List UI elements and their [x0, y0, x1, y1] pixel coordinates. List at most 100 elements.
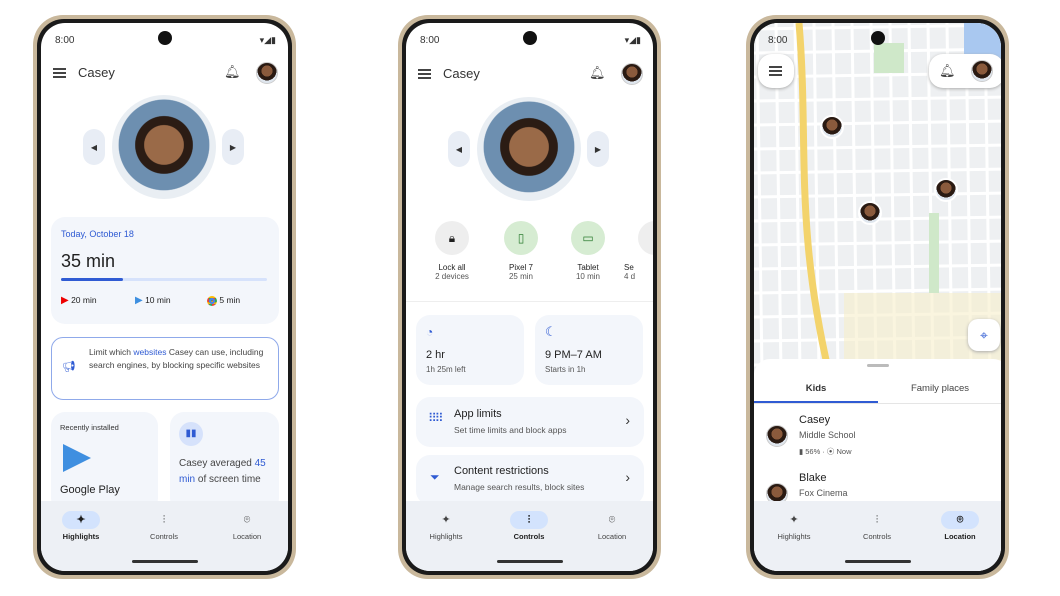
next-child-button[interactable]: ▶: [587, 131, 609, 167]
websites-link[interactable]: websites: [133, 347, 166, 357]
nav-label: Location: [232, 532, 262, 541]
nav-location[interactable]: ⌾ Location: [577, 511, 647, 541]
bell-icon[interactable]: 🔔︎: [939, 63, 956, 79]
avatar[interactable]: [621, 63, 643, 85]
prev-child-button[interactable]: ◀: [448, 131, 470, 167]
screen-time-bar: [61, 278, 267, 281]
phone-location: 8:00 🔔︎ ⌖ Kids Family places Casey Middl…: [746, 15, 1009, 579]
row-title: App limits: [454, 408, 502, 420]
page-title: Casey: [78, 65, 115, 80]
device-tablet[interactable]: ▭ Tablet 10 min: [557, 221, 619, 281]
tab-kids[interactable]: Kids: [754, 383, 878, 394]
sheet-handle[interactable]: [867, 364, 889, 367]
content-restrictions-row[interactable]: ⏷ Content restrictions Manage search res…: [416, 455, 644, 505]
website-limit-banner[interactable]: 📢︎ Limit which websites Casey can use, i…: [51, 337, 279, 400]
gesture-handle: [844, 560, 911, 563]
status-icons: ▾◢▮: [259, 35, 276, 45]
nav-controls[interactable]: ⫶ Controls: [129, 511, 199, 541]
row-sub: Manage search results, block sites: [454, 482, 585, 492]
kid-place: Middle School: [799, 430, 856, 440]
map-marker[interactable]: [934, 178, 958, 202]
status-time: 8:00: [55, 35, 75, 46]
kid-place: Fox Cinema: [799, 488, 848, 498]
nav-label: Highlights: [777, 532, 811, 541]
settings-icon: [638, 221, 653, 255]
status-time: 8:00: [768, 35, 788, 46]
nav-label: Highlights: [62, 532, 100, 541]
limit-sub: 1h 25m left: [426, 365, 466, 374]
prev-child-button[interactable]: ◀: [83, 129, 105, 165]
bottom-nav: ✦ Highlights ⫶ Controls ⌾ Location: [754, 501, 1001, 571]
location-pin-icon: ⌾: [608, 514, 616, 526]
nav-highlights[interactable]: ✦ Highlights: [411, 511, 481, 541]
status-icons: ▾◢▮: [624, 35, 641, 45]
nav-controls[interactable]: ⫶ Controls: [494, 511, 564, 541]
downtime-card[interactable]: ☾ 9 PM–7 AM Starts in 1h: [535, 315, 643, 385]
banner-text: Limit which websites Casey can use, incl…: [89, 346, 274, 372]
my-location-button[interactable]: ⌖: [968, 319, 1000, 351]
nav-location[interactable]: ⌾ Location: [925, 511, 995, 541]
menu-icon[interactable]: [418, 69, 431, 79]
app-time: 5 min: [219, 295, 241, 305]
filter-icon: ⏷: [430, 470, 440, 484]
nav-label: Location: [597, 532, 627, 541]
map-marker[interactable]: [858, 201, 882, 225]
sparkle-icon: ✦: [789, 514, 799, 526]
app-time: 10 min: [145, 295, 171, 305]
next-child-button[interactable]: ▶: [222, 129, 244, 165]
battery-icon: ▮: [799, 447, 804, 456]
device-sub: 25 min: [508, 272, 533, 281]
map-marker[interactable]: [820, 115, 844, 139]
row-sub: Set time limits and block apps: [454, 425, 567, 435]
menu-icon[interactable]: [53, 68, 66, 78]
device-settings[interactable]: Se 4 d: [624, 221, 653, 281]
avatar[interactable]: [971, 60, 993, 82]
average-card[interactable]: ▮▮ Casey averaged 45 min of screen time: [170, 412, 279, 512]
child-photo: [477, 97, 581, 201]
location-pin-icon: ⌾: [243, 514, 251, 526]
nav-controls[interactable]: ⫶ Controls: [842, 511, 912, 541]
app-limits-row[interactable]: ⠿⠿ App limits Set time limits and block …: [416, 397, 644, 447]
chevron-right-icon: ›: [625, 412, 630, 428]
nav-highlights[interactable]: ✦ Highlights: [759, 511, 829, 541]
screen-time-card[interactable]: Today, October 18 35 min ▶ 20 min ▶ 10 m…: [51, 217, 279, 324]
kid-name: Casey: [799, 414, 831, 426]
tab-family-places[interactable]: Family places: [878, 383, 1001, 394]
bell-icon[interactable]: 🔔︎: [224, 64, 241, 80]
app-time: 20 min: [71, 295, 97, 305]
date-label: Today, October 18: [61, 229, 134, 239]
grid-icon: ⠿⠿: [428, 411, 444, 425]
device-label: Tablet: [577, 263, 599, 272]
recent-app-name: Google Play: [60, 484, 120, 496]
device-pixel-7[interactable]: ▯ Pixel 7 25 min: [490, 221, 552, 281]
phone-icon: ▯: [504, 221, 538, 255]
daily-limit-card[interactable]: ◔ 2 hr 1h 25m left: [416, 315, 524, 385]
screen-time-fill: [61, 278, 123, 281]
device-sub: 4 d: [624, 272, 636, 281]
nav-highlights[interactable]: ✦ Highlights: [46, 511, 116, 541]
nav-label: Controls: [863, 532, 891, 541]
last-updated: Now: [836, 447, 852, 456]
recently-installed-card[interactable]: Recently installed Google Play: [51, 412, 158, 512]
bottom-nav: ✦ Highlights ⫶ Controls ⌾ Location: [406, 501, 653, 571]
park: [929, 213, 939, 293]
nav-label: Highlights: [429, 532, 463, 541]
tablet-icon: ▭: [571, 221, 605, 255]
device-lock-all[interactable]: 🔒︎ Lock all 2 devices: [421, 221, 483, 281]
play-movies-icon: ▶: [135, 295, 143, 306]
device-label: Se: [624, 263, 634, 272]
avatar[interactable]: [256, 62, 278, 84]
sliders-icon: ⫶: [875, 514, 879, 526]
chrome-icon: [207, 295, 217, 306]
menu-button[interactable]: [758, 54, 794, 88]
status-time: 8:00: [420, 35, 440, 46]
kid-name: Blake: [799, 472, 827, 484]
page-title: Casey: [443, 66, 480, 81]
row-title: Content restrictions: [454, 465, 549, 477]
menu-icon: [769, 66, 782, 76]
device-label: Lock all: [438, 263, 466, 272]
bell-icon[interactable]: 🔔︎: [589, 65, 606, 81]
kid-row-casey[interactable]: Casey Middle School ▮ 56% · ⦿ Now: [754, 411, 1001, 461]
nav-location[interactable]: ⌾ Location: [212, 511, 282, 541]
device-sub: 2 devices: [435, 272, 469, 281]
